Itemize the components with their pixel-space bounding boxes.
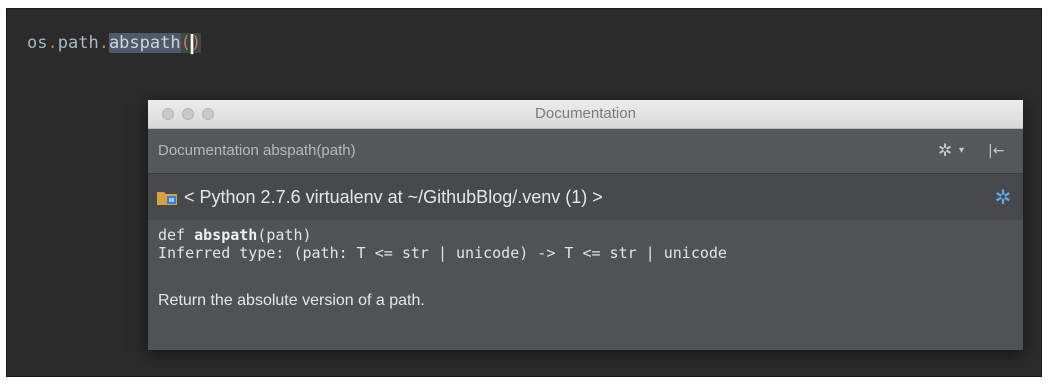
interpreter-context[interactable]: < Python 2.7.6 virtualenv at ~/GithubBlo… bbox=[184, 174, 603, 220]
doc-header: Documentation abspath(path) ✲ ▾ |← bbox=[148, 129, 1023, 174]
code-line[interactable]: os.path.abspath() bbox=[27, 31, 202, 55]
code-module: os bbox=[27, 33, 48, 53]
doc-description: Return the absolute version of a path. bbox=[158, 292, 425, 309]
pin-icon[interactable]: |← bbox=[988, 141, 1008, 161]
code-attribute: path bbox=[57, 33, 99, 53]
function-args: (path) bbox=[257, 226, 312, 244]
code-dot: . bbox=[47, 33, 58, 53]
doc-body: def abspath(path) Inferred type: (path: … bbox=[148, 220, 1023, 350]
function-name: abspath bbox=[194, 226, 258, 244]
editor-screen: os.path.abspath() I Documentation Docume… bbox=[6, 8, 1042, 377]
folder-icon bbox=[157, 192, 177, 205]
gear-icon[interactable]: ✲ bbox=[991, 185, 1015, 209]
inferred-type-line: Inferred type: (path: T <= str | unicode… bbox=[158, 244, 727, 262]
code-function-selected[interactable]: abspath bbox=[108, 33, 181, 53]
documentation-popup: Documentation Documentation abspath(path… bbox=[148, 100, 1023, 350]
def-keyword: def bbox=[158, 226, 195, 244]
popup-title: Documentation bbox=[535, 105, 636, 122]
doc-context-bar: < Python 2.7.6 virtualenv at ~/GithubBlo… bbox=[148, 174, 1023, 220]
gear-icon[interactable]: ✲ bbox=[938, 141, 960, 161]
chevron-down-icon[interactable]: ▾ bbox=[959, 143, 969, 159]
popup-title-bar[interactable]: Documentation bbox=[148, 100, 1023, 129]
doc-header-title: Documentation abspath(path) bbox=[158, 142, 356, 159]
i-beam-cursor-icon: I bbox=[187, 28, 197, 61]
signature-line: def abspath(path) bbox=[158, 226, 312, 244]
code-dot: . bbox=[98, 33, 109, 53]
